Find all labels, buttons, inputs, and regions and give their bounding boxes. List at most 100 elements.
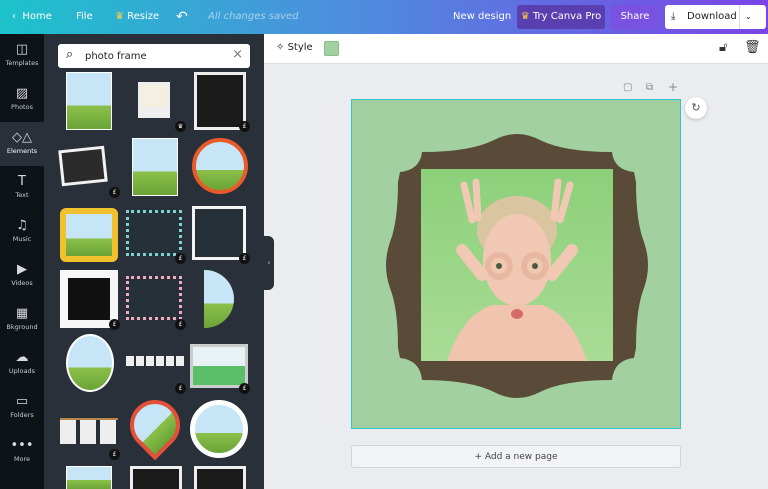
element-pin-photo[interactable] — [119, 389, 191, 461]
pound-badge-icon: £ — [175, 319, 186, 330]
sidebar-item-label: Templates — [5, 59, 39, 67]
element-black-frame[interactable]: £ — [190, 72, 250, 132]
element-orange-circle[interactable] — [190, 138, 248, 196]
clear-search-icon[interactable]: × — [232, 47, 243, 62]
sidebar-item-videos[interactable]: ▶ Videos — [0, 254, 44, 298]
pound-badge-icon: £ — [109, 187, 120, 198]
element-black-frame[interactable] — [126, 466, 184, 489]
collapse-panel-handle[interactable]: ‹ — [264, 236, 274, 290]
add-page-icon[interactable]: + — [668, 80, 678, 94]
element-polaroid[interactable]: ♛ — [126, 72, 186, 132]
thumbnail-graphic — [60, 208, 118, 262]
bracket-photo-frame[interactable] — [352, 100, 682, 430]
sidebar-item-music[interactable]: ♫ Music — [0, 210, 44, 254]
share-button[interactable]: Share — [611, 5, 659, 29]
search-input[interactable] — [85, 48, 225, 64]
element-dotted-pink[interactable]: £ — [126, 270, 186, 330]
photos-icon: ▨ — [15, 86, 29, 101]
thumbnail-graphic — [190, 400, 248, 458]
sidebar-item-more[interactable]: ••• More — [0, 430, 44, 474]
style-button[interactable]: ✧ Style — [276, 42, 313, 53]
add-new-page-button[interactable]: + Add a new page — [351, 445, 681, 468]
thumbnail-graphic — [126, 276, 182, 320]
thumbnail-graphic — [192, 206, 246, 260]
videos-icon: ▶ — [17, 262, 27, 277]
element-rect-photo[interactable] — [60, 466, 118, 489]
element-rect-photo[interactable] — [60, 72, 118, 130]
thumbnail-graphic — [138, 82, 170, 118]
thumbnail-graphic — [119, 389, 191, 461]
thumbnail-graphic — [194, 466, 246, 489]
element-clothesline[interactable]: £ — [60, 400, 120, 460]
sidebar-item-label: Elements — [6, 147, 38, 155]
sidebar-item-photos[interactable]: ▨ Photos — [0, 78, 44, 122]
lock-icon[interactable]: 🔓︎ — [719, 40, 727, 55]
sidebar-item-elements[interactable]: ◇△ Elements — [0, 122, 44, 166]
music-icon: ♫ — [16, 218, 28, 233]
new-design-button[interactable]: New design — [453, 0, 511, 34]
chevron-left-icon: ‹ — [12, 11, 16, 22]
refresh-icon[interactable]: ↻ — [685, 97, 707, 119]
resize-button[interactable]: ♛ Resize — [115, 0, 159, 34]
sidebar-item-templates[interactable]: ◫ Templates — [0, 34, 44, 78]
file-menu[interactable]: File — [76, 0, 93, 34]
templates-icon: ◫ — [15, 42, 29, 57]
sidebar-item-uploads[interactable]: ☁ Uploads — [0, 342, 44, 386]
sidebar-item-label: Bkground — [6, 323, 38, 331]
divider — [739, 5, 740, 29]
uploads-icon: ☁ — [15, 350, 29, 365]
sidebar-item-text[interactable]: T Text — [0, 166, 44, 210]
crown-badge-icon: ♛ — [175, 121, 186, 132]
sidebar-item-label: Photos — [11, 103, 33, 111]
editor-toolbar: ✧ Style 🔓︎ 🗑︎ — [264, 34, 768, 64]
search-box[interactable]: ⌕ × — [58, 44, 250, 68]
undo-icon[interactable]: ↶ — [176, 0, 188, 34]
thumbnail-graphic — [58, 145, 108, 187]
try-canva-pro-button[interactable]: ♛ Try Canva Pro — [517, 5, 605, 29]
design-page[interactable] — [351, 99, 681, 429]
notes-icon[interactable]: ▢ — [623, 82, 632, 93]
element-rect-photo[interactable] — [126, 138, 184, 196]
element-gold-frame[interactable] — [60, 204, 118, 262]
thumbnail-graphic — [66, 466, 112, 489]
element-hanging-frame[interactable]: £ — [190, 334, 250, 394]
thumbnail-graphic — [194, 72, 246, 130]
element-white-perspective[interactable]: £ — [60, 270, 120, 330]
woman-photo[interactable] — [421, 169, 613, 361]
element-half-circle[interactable] — [190, 270, 248, 328]
download-button[interactable]: ⤓ Download ⌄ — [665, 5, 766, 29]
sidebar-item-bkground[interactable]: ▦ Bkground — [0, 298, 44, 342]
sidebar-item-label: Text — [15, 191, 29, 199]
element-dotted-teal[interactable]: £ — [126, 204, 186, 264]
thumbnail-graphic — [60, 270, 118, 328]
home-label: Home — [22, 11, 52, 22]
sparkle-icon: ✧ — [276, 42, 285, 53]
duplicate-page-icon[interactable]: ⧉ — [646, 82, 653, 93]
sidebar: ◫ Templates ▨ Photos ◇△ Elements T Text ♫ Music ▶ V… — [0, 34, 44, 489]
crown-icon: ♛ — [115, 11, 124, 22]
search-icon: ⌕ — [66, 47, 74, 62]
more-icon: ••• — [10, 438, 34, 453]
element-polaroid-stack[interactable]: £ — [58, 138, 120, 198]
thumbnail-graphic — [60, 418, 118, 444]
color-swatch[interactable] — [324, 41, 339, 56]
sidebar-item-folders[interactable]: ▭ Folders — [0, 386, 44, 430]
chevron-down-icon[interactable]: ⌄ — [745, 5, 752, 29]
home-button[interactable]: ‹ Home — [12, 0, 52, 34]
sidebar-item-label: Videos — [11, 279, 33, 287]
element-oval-photo[interactable] — [60, 334, 118, 392]
element-white-square[interactable]: £ — [190, 204, 250, 264]
pound-badge-icon: £ — [109, 449, 120, 460]
thumbnail-graphic — [66, 334, 114, 392]
thumbnail-graphic — [126, 210, 182, 256]
trash-icon[interactable]: 🗑︎ — [744, 40, 761, 55]
element-film-strip[interactable]: £ — [126, 334, 186, 394]
element-circle-photo[interactable] — [190, 400, 248, 458]
download-icon: ⤓ — [671, 11, 676, 22]
element-black-frame[interactable] — [190, 466, 248, 489]
text-icon: T — [18, 174, 26, 189]
thumbnail-graphic — [66, 72, 112, 130]
elements-panel: ⌕ × ♛ £ £ £ £ £ £ £ £ £ — [44, 34, 264, 489]
crown-icon: ♛ — [520, 11, 530, 22]
pound-badge-icon: £ — [175, 383, 186, 394]
